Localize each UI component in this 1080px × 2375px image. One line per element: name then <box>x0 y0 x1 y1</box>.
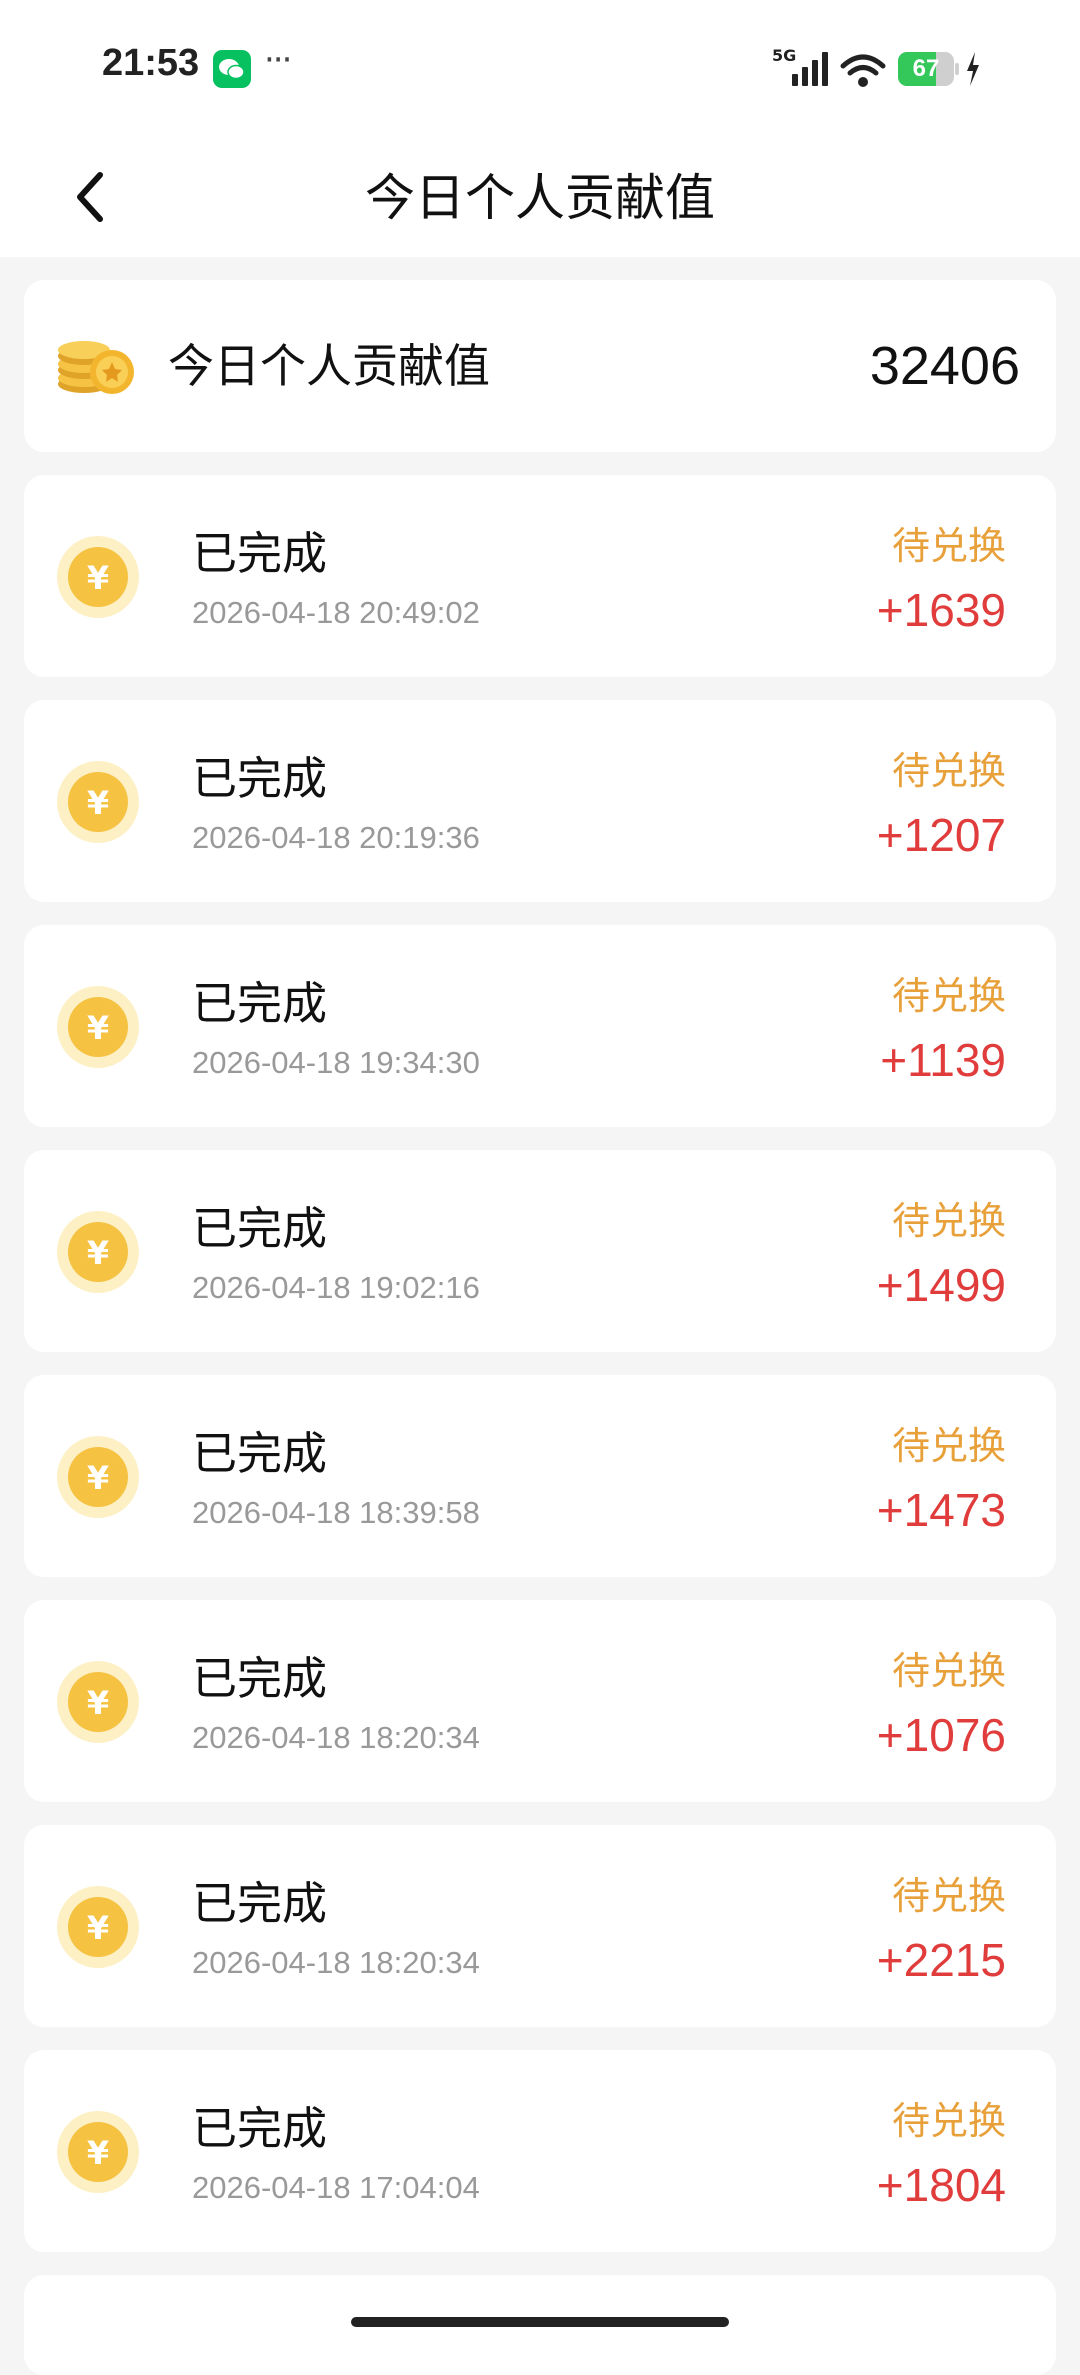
record-amount: +1473 <box>876 1484 1006 1536</box>
record-time: 2026-04-18 18:39:58 <box>192 1495 480 1530</box>
status-time: 21:53 <box>102 42 200 84</box>
record-tag: 待兑换 <box>891 1424 1006 1468</box>
record-status: 已完成 <box>192 1427 328 1480</box>
record-amount: +2215 <box>876 1934 1006 1986</box>
svg-text:¥: ¥ <box>87 1009 109 1047</box>
list-item[interactable]: ¥ 已完成 2026-04-18 19:34:30 待兑换 +1139 <box>24 925 1056 1127</box>
wifi-icon <box>840 54 886 92</box>
record-status: 已完成 <box>192 1652 328 1705</box>
page-title: 今日个人贡献值 <box>365 169 715 227</box>
summary-card: 今日个人贡献值 32406 <box>24 280 1056 452</box>
record-amount: +1076 <box>876 1709 1006 1761</box>
yuan-coin-icon: ¥ <box>56 1210 140 1298</box>
list-item[interactable]: ¥ 已完成 2026-04-18 20:49:02 待兑换 +1639 <box>24 475 1056 677</box>
record-amount: +1804 <box>876 2159 1006 2211</box>
record-status: 已完成 <box>192 1877 328 1930</box>
record-time: 2026-04-18 18:20:34 <box>192 1945 480 1980</box>
gold-coins-icon <box>54 326 138 404</box>
status-bar: 21:53 ··· 5G 67 <box>0 0 1080 140</box>
yuan-coin-icon: ¥ <box>56 760 140 848</box>
svg-text:¥: ¥ <box>87 1684 109 1722</box>
svg-text:¥: ¥ <box>87 2134 109 2172</box>
record-tag: 待兑换 <box>891 749 1006 793</box>
record-tag: 待兑换 <box>891 2099 1006 2143</box>
signal-icon <box>790 52 830 90</box>
home-indicator[interactable] <box>351 2317 729 2327</box>
yuan-coin-icon: ¥ <box>56 1885 140 1973</box>
list-item[interactable]: ¥ 已完成 2026-04-18 20:19:36 待兑换 +1207 <box>24 700 1056 902</box>
record-list: ¥ 已完成 2026-04-18 20:49:02 待兑换 +1639 ¥ 已完成 2026-… <box>24 475 1056 2275</box>
record-amount: +1139 <box>880 1034 1006 1086</box>
list-item[interactable]: ¥ 已完成 2026-04-18 18:20:34 待兑换 +1076 <box>24 1600 1056 1802</box>
list-item[interactable]: ¥ 已完成 2026-04-18 18:20:34 待兑换 +2215 <box>24 1825 1056 2027</box>
list-item[interactable]: ¥ 已完成 2026-04-18 19:02:16 待兑换 +1499 <box>24 1150 1056 1352</box>
svg-text:¥: ¥ <box>87 559 109 597</box>
record-amount: +1499 <box>876 1259 1006 1311</box>
record-status: 已完成 <box>192 1202 328 1255</box>
record-status: 已完成 <box>192 527 328 580</box>
list-item[interactable]: ¥ 已完成 2026-04-18 18:39:58 待兑换 +1473 <box>24 1375 1056 1577</box>
yuan-coin-icon: ¥ <box>56 1660 140 1748</box>
svg-text:¥: ¥ <box>87 1909 109 1947</box>
battery-icon: 67 <box>898 52 959 86</box>
record-time: 2026-04-18 19:02:16 <box>192 1270 480 1305</box>
more-notifications-icon: ··· <box>264 40 292 80</box>
record-status: 已完成 <box>192 752 328 805</box>
chevron-left-icon <box>77 172 103 222</box>
wechat-icon <box>213 50 251 88</box>
record-time: 2026-04-18 19:34:30 <box>192 1045 480 1080</box>
record-tag: 待兑换 <box>891 524 1006 568</box>
record-time: 2026-04-18 20:19:36 <box>192 820 480 855</box>
record-tag: 待兑换 <box>891 1874 1006 1918</box>
charging-icon <box>965 52 981 90</box>
list-item[interactable]: ¥ 已完成 2026-04-18 17:04:04 待兑换 +1804 <box>24 2050 1056 2252</box>
svg-text:¥: ¥ <box>87 1459 109 1497</box>
record-status: 已完成 <box>192 977 328 1030</box>
yuan-coin-icon: ¥ <box>56 535 140 623</box>
summary-label: 今日个人贡献值 <box>168 339 490 393</box>
yuan-coin-icon: ¥ <box>56 2110 140 2198</box>
record-time: 2026-04-18 17:04:04 <box>192 2170 480 2205</box>
record-amount: +1207 <box>876 809 1006 861</box>
yuan-coin-icon: ¥ <box>56 985 140 1073</box>
record-tag: 待兑换 <box>891 1199 1006 1243</box>
record-time: 2026-04-18 18:20:34 <box>192 1720 480 1755</box>
svg-text:¥: ¥ <box>87 1234 109 1272</box>
summary-value: 32406 <box>869 336 1020 396</box>
record-status: 已完成 <box>192 2102 328 2155</box>
nav-bar: 今日个人贡献值 <box>0 140 1080 257</box>
battery-level: 67 <box>912 55 940 82</box>
record-time: 2026-04-18 20:49:02 <box>192 595 480 630</box>
yuan-coin-icon: ¥ <box>56 1435 140 1523</box>
record-amount: +1639 <box>876 584 1006 636</box>
back-button[interactable] <box>60 162 120 232</box>
record-tag: 待兑换 <box>891 974 1006 1018</box>
record-tag: 待兑换 <box>891 1649 1006 1693</box>
svg-text:¥: ¥ <box>87 784 109 822</box>
